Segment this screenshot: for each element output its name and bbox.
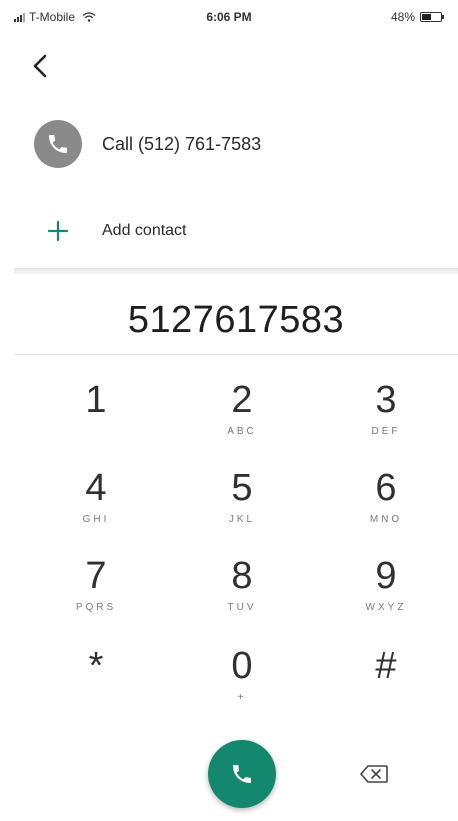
chevron-left-icon: [33, 54, 47, 78]
key-letters: ABC: [227, 426, 257, 437]
key-digit: 4: [85, 467, 107, 509]
backspace-icon: [360, 765, 388, 783]
key-2[interactable]: 2 ABC: [182, 378, 302, 458]
key-letters: +: [237, 692, 247, 703]
key-letters: WXYZ: [365, 602, 407, 613]
key-letters: PQRS: [75, 602, 117, 613]
key-7[interactable]: 7 PQRS: [36, 554, 156, 634]
backspace-button[interactable]: [356, 760, 392, 788]
key-9[interactable]: 9 WXYZ: [326, 554, 446, 634]
add-contact-label: Add contact: [102, 222, 187, 239]
key-5[interactable]: 5 JKL: [182, 466, 302, 546]
key-digit: *: [88, 645, 104, 687]
battery-icon: [420, 12, 444, 22]
back-button[interactable]: [26, 50, 56, 82]
key-digit: 5: [231, 467, 253, 509]
key-hash[interactable]: #: [326, 644, 446, 724]
call-number-suggestion[interactable]: Call (512) 761-7583: [34, 120, 434, 168]
battery-fill: [422, 14, 431, 20]
call-avatar: [34, 120, 82, 168]
key-digit: 8: [231, 555, 253, 597]
status-right: 48%: [390, 10, 444, 24]
phone-icon: [233, 765, 251, 783]
key-letters: TUV: [227, 602, 257, 613]
key-8[interactable]: 8 TUV: [182, 554, 302, 634]
key-digit: 1: [85, 379, 107, 421]
plus-icon: [44, 217, 72, 245]
phone-icon: [49, 135, 67, 153]
key-letters: DEF: [371, 426, 401, 437]
key-4[interactable]: 4 GHI: [36, 466, 156, 546]
key-1[interactable]: 1: [36, 378, 156, 458]
call-button[interactable]: [208, 740, 276, 808]
key-digit: 0: [231, 645, 253, 687]
key-star[interactable]: *: [36, 644, 156, 724]
status-bar: T-Mobile 6:06 PM 48%: [0, 0, 458, 34]
key-letters: MNO: [369, 514, 403, 525]
key-letters: JKL: [228, 514, 256, 525]
section-divider: [14, 268, 458, 274]
key-digit: #: [375, 645, 397, 687]
key-0[interactable]: 0 +: [182, 644, 302, 724]
battery-percent: 48%: [390, 10, 415, 24]
key-6[interactable]: 6 MNO: [326, 466, 446, 546]
key-digit: 9: [375, 555, 397, 597]
status-time: 6:06 PM: [206, 10, 252, 24]
key-digit: 3: [375, 379, 397, 421]
add-contact-button[interactable]: Add contact: [44, 216, 424, 246]
call-suggestion-label: Call (512) 761-7583: [102, 133, 262, 154]
key-letters: GHI: [82, 514, 110, 525]
key-digit: 6: [375, 467, 397, 509]
key-digit: 7: [85, 555, 107, 597]
dialed-number-field[interactable]: 5127617583: [14, 290, 458, 350]
key-3[interactable]: 3 DEF: [326, 378, 446, 458]
number-divider: [14, 354, 458, 355]
key-digit: 2: [231, 379, 253, 421]
